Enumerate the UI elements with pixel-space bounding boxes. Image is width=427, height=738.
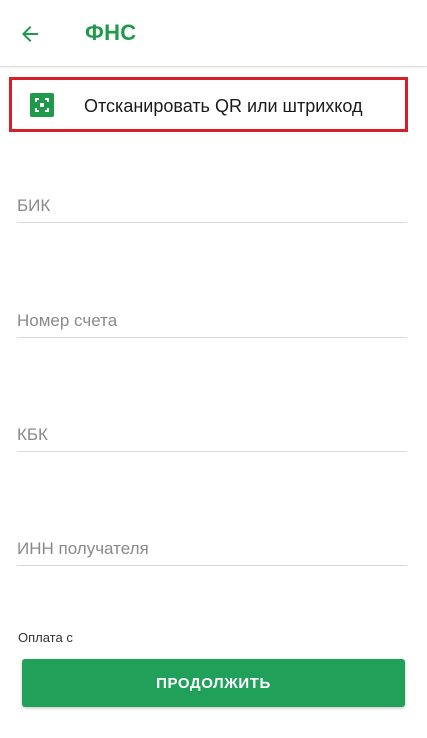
qr-code-icon bbox=[30, 93, 54, 117]
recipient-inn-placeholder: ИНН получателя bbox=[17, 539, 149, 558]
continue-button-label: ПРОДОЛЖИТЬ bbox=[156, 674, 271, 692]
arrow-left-icon bbox=[22, 26, 38, 42]
kbk-field[interactable]: КБК bbox=[17, 412, 407, 452]
app-toolbar: ФНС bbox=[0, 0, 427, 67]
kbk-placeholder: КБК bbox=[17, 425, 48, 444]
scan-qr-button[interactable]: Отсканировать QR или штрихкод bbox=[9, 77, 408, 132]
bik-placeholder: БИК bbox=[17, 196, 51, 215]
bik-field[interactable]: БИК bbox=[17, 183, 407, 223]
account-number-field[interactable]: Номер счета bbox=[17, 298, 407, 338]
page-title: ФНС bbox=[85, 20, 137, 45]
account-number-placeholder: Номер счета bbox=[17, 311, 118, 330]
recipient-inn-field[interactable]: ИНН получателя bbox=[17, 526, 407, 566]
scan-qr-label: Отсканировать QR или штрихкод bbox=[84, 96, 363, 116]
continue-button[interactable]: ПРОДОЛЖИТЬ bbox=[22, 659, 405, 707]
pay-from-label: Оплата с bbox=[18, 630, 73, 645]
back-button[interactable] bbox=[12, 16, 48, 52]
